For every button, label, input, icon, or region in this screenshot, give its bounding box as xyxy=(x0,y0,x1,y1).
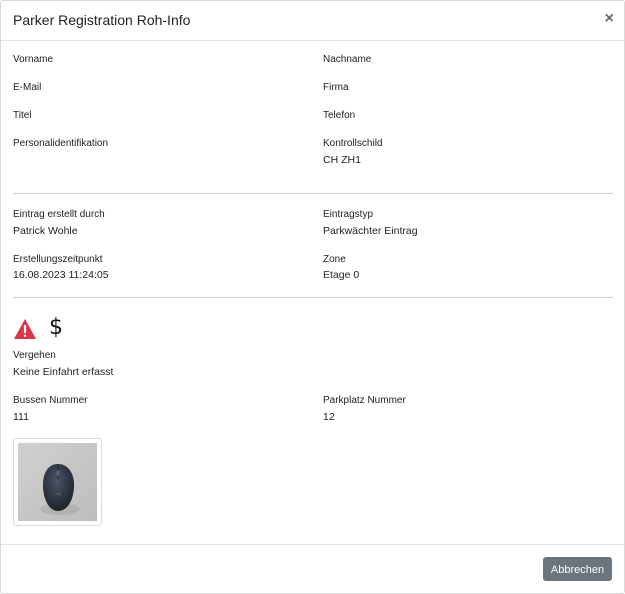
email-label: E-Mail xyxy=(13,82,42,93)
created-at-label: Erstellungszeitpunkt xyxy=(13,254,103,265)
plate-value: CH ZH1 xyxy=(323,154,361,166)
section-divider xyxy=(13,297,613,298)
personal-id-label: Personalidentifikation xyxy=(13,138,109,149)
cancel-button[interactable]: Abbrechen xyxy=(543,557,612,581)
dialog-title: Parker Registration Roh-Info xyxy=(13,12,191,28)
entry-type-value: Parkwächter Eintrag xyxy=(323,225,418,237)
photo-thumbnail[interactable]: logi xyxy=(13,438,102,526)
company-label: Firma xyxy=(323,82,349,93)
section-divider xyxy=(13,193,613,194)
created-at-value: 16.08.2023 11:24:05 xyxy=(13,269,109,281)
dialog-header: Parker Registration Roh-Info × xyxy=(1,1,624,41)
dialog-footer: Abbrechen xyxy=(1,544,624,594)
dollar-icon: $ xyxy=(49,315,63,340)
zone-label: Zone xyxy=(323,254,346,265)
created-by-value: Patrick Wohle xyxy=(13,225,78,237)
photo-image: logi xyxy=(18,443,97,521)
plate-label: Kontrollschild xyxy=(323,138,383,149)
close-icon[interactable]: × xyxy=(605,10,614,28)
title-label: Titel xyxy=(13,110,32,121)
last-name-label: Nachname xyxy=(323,54,372,65)
fine-number-value: 111 xyxy=(13,411,29,423)
phone-label: Telefon xyxy=(323,110,356,121)
offense-label: Vergehen xyxy=(13,350,56,361)
parking-number-label: Parkplatz Nummer xyxy=(323,395,406,406)
offense-value: Keine Einfahrt erfasst xyxy=(13,366,114,378)
entry-type-label: Eintragstyp xyxy=(323,209,374,220)
svg-text:logi: logi xyxy=(55,491,61,496)
fine-number-label: Bussen Nummer xyxy=(13,395,88,406)
parking-number-value: 12 xyxy=(323,411,335,423)
created-by-label: Eintrag erstellt durch xyxy=(13,209,105,220)
warning-icon xyxy=(14,319,36,339)
zone-value: Etage 0 xyxy=(323,269,360,281)
parker-registration-dialog: Parker Registration Roh-Info × Vorname N… xyxy=(0,0,625,594)
first-name-label: Vorname xyxy=(13,54,54,65)
